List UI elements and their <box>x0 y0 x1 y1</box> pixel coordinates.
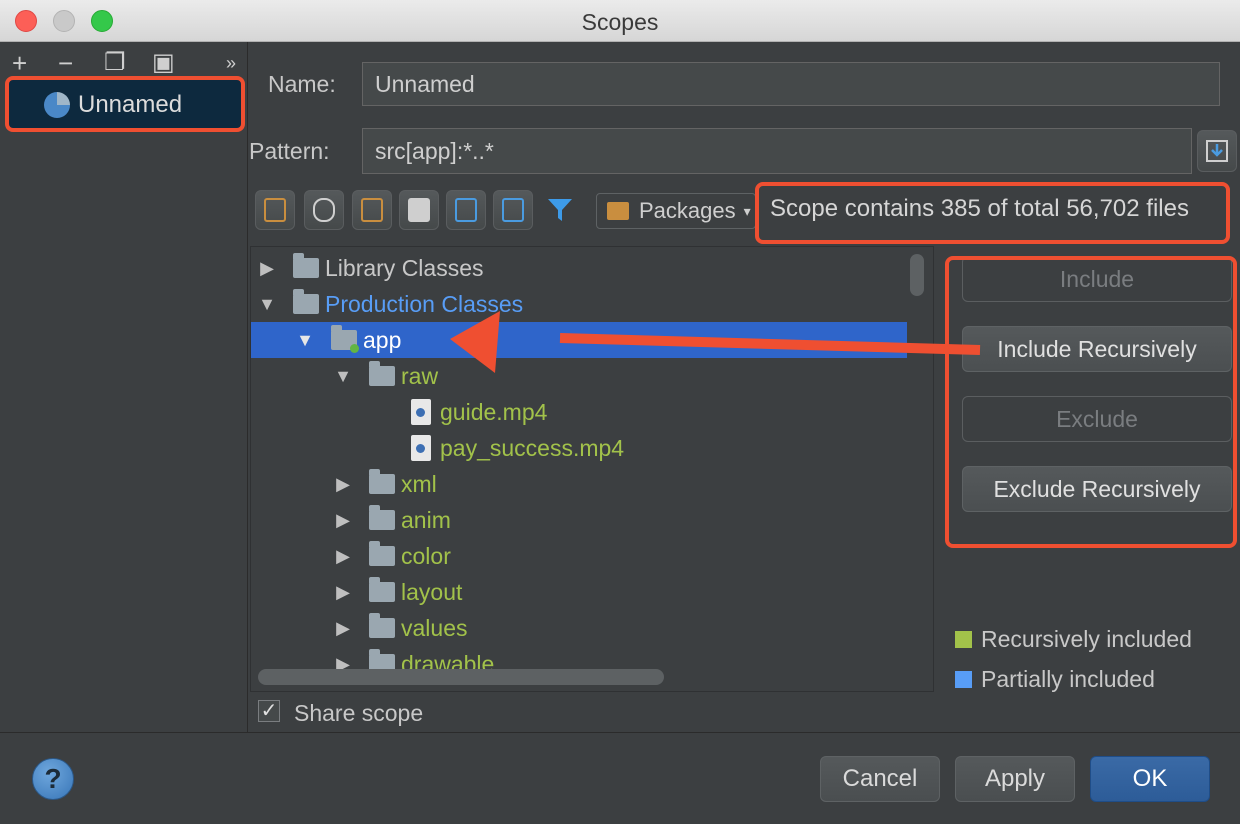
tree-item-layout[interactable]: ▶ layout <box>251 574 907 610</box>
show-files-only-button[interactable] <box>399 190 439 230</box>
tree-item-label: anim <box>401 506 451 533</box>
tree-item-label: app <box>363 326 402 353</box>
window-title: Scopes <box>581 9 659 35</box>
tree-item-label: guide.mp4 <box>440 398 548 425</box>
pattern-label: Pattern: <box>249 138 330 164</box>
annotation-box-scope <box>5 76 245 132</box>
apply-button[interactable]: Apply <box>955 756 1075 802</box>
expand-arrow-icon[interactable]: ▶ <box>333 546 353 567</box>
filter-icon[interactable] <box>546 197 574 223</box>
legend-partially-included: Partially included <box>955 666 1155 693</box>
file-icon <box>408 198 430 222</box>
folder-icon <box>369 361 395 386</box>
tree-item-color[interactable]: ▶ color <box>251 538 907 574</box>
module-folder-icon <box>331 325 359 353</box>
annotation-arrow <box>450 311 981 373</box>
packages-icon <box>607 202 629 220</box>
expand-arrow-icon[interactable]: ▶ <box>333 582 353 603</box>
tree-item-label: values <box>401 614 468 641</box>
folder-icon <box>369 541 395 566</box>
legend-label: Recursively included <box>981 626 1192 652</box>
tree-item-anim[interactable]: ▶ anim <box>251 502 907 538</box>
module-tree-icon <box>264 198 286 222</box>
expand-arrow-icon[interactable]: ▶ <box>257 258 277 279</box>
tree-item-label: layout <box>401 578 463 605</box>
blue-swatch <box>955 671 972 688</box>
collapse-arrow-icon[interactable]: ▼ <box>295 330 315 351</box>
compact-packages-button[interactable] <box>352 190 392 230</box>
share-scope-label: Share scope <box>294 700 424 726</box>
annotation-box-actions <box>945 256 1237 548</box>
filter-legal-button[interactable] <box>446 190 486 230</box>
tree-item-values[interactable]: ▶ values <box>251 610 907 646</box>
tree-item-library-classes[interactable]: ▶ Library Classes <box>251 250 907 286</box>
legend-label: Partially included <box>981 666 1155 692</box>
tree-item-label: raw <box>401 362 439 389</box>
library-folder-icon <box>293 253 319 278</box>
name-label: Name: <box>268 71 336 97</box>
view-selector-value: Packages <box>639 198 736 223</box>
pattern-input[interactable]: src[app]:*..* <box>362 128 1192 174</box>
tree-horizontal-scrollbar[interactable] <box>258 669 664 685</box>
title-bar: Scopes <box>0 0 1240 42</box>
collapse-arrow-icon[interactable]: ▼ <box>333 366 353 387</box>
folder-icon <box>369 613 395 638</box>
video-file-icon <box>411 435 431 461</box>
expand-arrow-icon[interactable]: ▶ <box>333 474 353 495</box>
tree-item-label: color <box>401 542 451 569</box>
tree-item-pay-success-mp4[interactable]: pay_success.mp4 <box>251 430 907 466</box>
tree-vertical-scrollbar[interactable] <box>910 254 924 296</box>
tree-item-label: xml <box>401 470 437 497</box>
folder-icon <box>369 505 395 530</box>
folder-icon <box>369 469 395 494</box>
tree-item-guide-mp4[interactable]: guide.mp4 <box>251 394 907 430</box>
help-icon[interactable]: ? <box>32 758 74 800</box>
remove-icon[interactable]: − <box>58 50 73 76</box>
more-icon[interactable]: » <box>226 50 236 76</box>
folder-icon <box>293 289 319 314</box>
tree-item-label: pay_success.mp4 <box>440 434 625 461</box>
square-braces-icon <box>455 198 477 222</box>
view-selector-dropdown[interactable]: Packages ▾ <box>596 193 756 229</box>
save-icon[interactable]: ▣ <box>152 50 175 76</box>
ok-button[interactable]: OK <box>1090 756 1210 802</box>
pattern-import-button[interactable] <box>1197 130 1237 172</box>
scopes-list-panel: + − ❐ ▣ » Unnamed <box>0 42 248 732</box>
green-swatch <box>955 631 972 648</box>
share-scope-checkbox[interactable]: ✓ <box>258 700 280 722</box>
folder-icon <box>369 577 395 602</box>
annotation-box-count <box>755 182 1230 244</box>
add-icon[interactable]: + <box>12 50 27 76</box>
collapse-arrow-icon[interactable]: ▼ <box>257 294 277 315</box>
video-file-icon <box>411 399 431 425</box>
flatten-button[interactable] <box>493 190 533 230</box>
name-input[interactable]: Unnamed <box>362 62 1220 106</box>
copy-icon[interactable]: ❐ <box>104 50 126 76</box>
expand-arrow-icon[interactable]: ▶ <box>333 618 353 639</box>
tree-item-label: Library Classes <box>325 254 484 281</box>
download-icon <box>1206 140 1228 162</box>
show-files-button[interactable] <box>304 190 344 230</box>
braces-icon <box>313 198 335 222</box>
expand-arrow-icon[interactable]: ▶ <box>333 510 353 531</box>
cancel-button[interactable]: Cancel <box>820 756 940 802</box>
hierarchy-icon <box>361 198 383 222</box>
grid-icon <box>502 198 524 222</box>
group-by-module-button[interactable] <box>255 190 295 230</box>
chevron-down-icon: ▾ <box>743 202 751 219</box>
legend-recursively-included: Recursively included <box>955 626 1192 653</box>
tree-item-xml[interactable]: ▶ xml <box>251 466 907 502</box>
